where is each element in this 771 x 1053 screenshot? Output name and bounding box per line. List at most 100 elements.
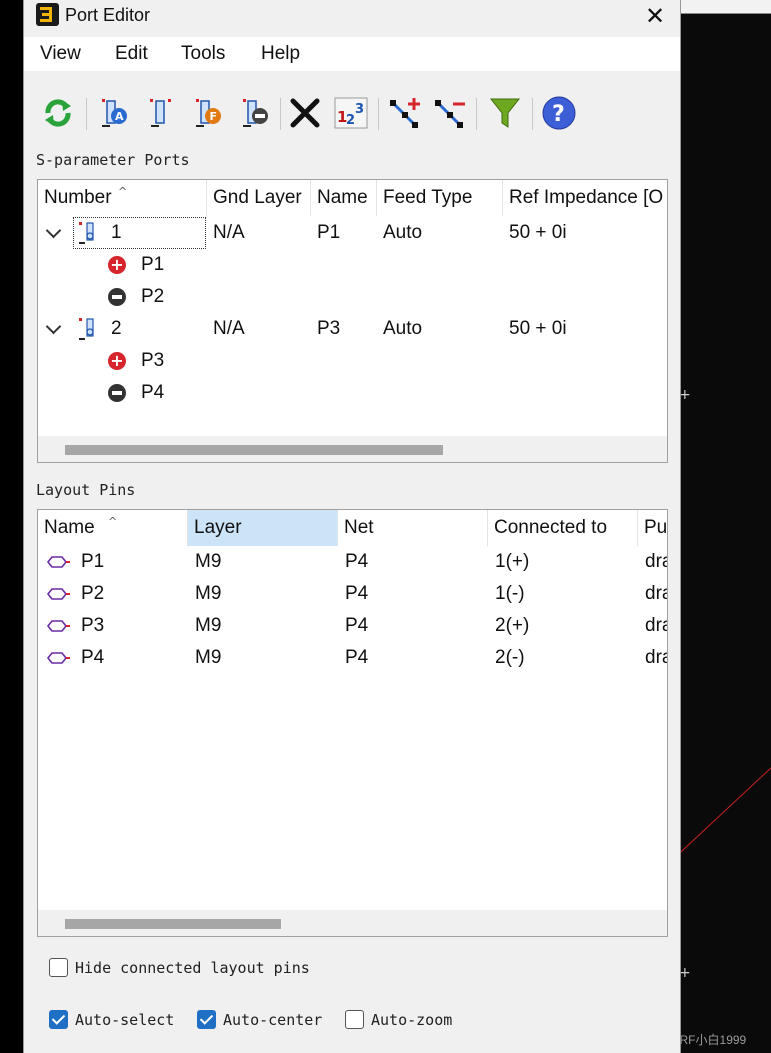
- col-ref-impedance[interactable]: Ref Impedance [O: [503, 180, 667, 216]
- pin-connected-to: 2(-): [495, 647, 525, 668]
- pin-purpose: dra: [645, 583, 667, 604]
- menu-bar: View Edit Tools Help: [24, 37, 680, 71]
- col-layer[interactable]: Layer: [188, 510, 338, 546]
- menu-help[interactable]: Help: [261, 43, 300, 65]
- pin-net: P4: [345, 615, 369, 636]
- minus-pin[interactable]: P4: [141, 382, 164, 404]
- hide-connected-label[interactable]: Hide connected layout pins: [75, 959, 310, 977]
- pin-purpose: dra: [645, 551, 667, 572]
- plus-terminal-icon: +: [108, 256, 126, 274]
- auto-select-label[interactable]: Auto-select: [75, 1011, 174, 1029]
- horizontal-scrollbar[interactable]: [38, 436, 667, 462]
- col-name[interactable]: Name: [311, 180, 377, 216]
- expand-chevron-icon[interactable]: [45, 222, 62, 239]
- pin-layer: M9: [195, 647, 222, 668]
- layout-pins-section-label: Layout Pins: [36, 481, 136, 499]
- pin-connected-to: 2(+): [495, 615, 530, 636]
- port-icon: [79, 222, 94, 244]
- plus-pin[interactable]: P3: [141, 350, 164, 372]
- pin-icon: [46, 652, 70, 664]
- expand-chevron-icon[interactable]: [45, 318, 62, 335]
- port-ref-impedance: 50 + 0i: [509, 222, 567, 243]
- minus-terminal-icon: [108, 384, 126, 402]
- port-number[interactable]: 1: [111, 222, 122, 244]
- minus-pin[interactable]: P2: [141, 286, 164, 308]
- auto-select-checkbox[interactable]: [49, 1010, 68, 1029]
- menu-tools[interactable]: Tools: [181, 43, 225, 65]
- auto-zoom-label[interactable]: Auto-zoom: [371, 1011, 452, 1029]
- remove-port-icon[interactable]: [236, 95, 272, 131]
- port-name: P1: [317, 222, 341, 243]
- col-number[interactable]: ^ Number: [38, 180, 207, 216]
- col-purpose[interactable]: Pu: [638, 510, 667, 546]
- plus-terminal-icon: +: [108, 352, 126, 370]
- pin-name: P1: [81, 551, 105, 572]
- port-gnd-layer: N/A: [213, 318, 245, 339]
- title-bar: Port Editor ✕: [24, 0, 680, 34]
- pin-layer: M9: [195, 551, 222, 572]
- pin-name: P4: [81, 647, 105, 668]
- toolbar: A F 1 2 3 ?: [24, 90, 680, 140]
- pin-purpose: dra: [645, 647, 667, 668]
- port-name: P3: [317, 318, 341, 339]
- svg-text:3: 3: [355, 102, 364, 117]
- renumber-icon[interactable]: 1 2 3: [333, 95, 369, 131]
- menu-edit[interactable]: Edit: [115, 43, 148, 65]
- minus-terminal-icon: [108, 288, 126, 306]
- sparams-tree-table: ^ Number Gnd Layer Name Feed Type Ref Imp…: [37, 179, 668, 463]
- canvas-top-strip: [679, 0, 771, 14]
- filter-icon[interactable]: [487, 95, 523, 131]
- col-net[interactable]: Net: [338, 510, 488, 546]
- col-gnd-layer[interactable]: Gnd Layer: [207, 180, 311, 216]
- add-port-icon[interactable]: [142, 95, 178, 131]
- menu-view[interactable]: View: [40, 43, 81, 65]
- col-pin-name[interactable]: ^ Name: [38, 510, 188, 546]
- svg-text:2: 2: [346, 113, 355, 128]
- layout-pins-table: ^ Name Layer Net Connected to Pu P1 M9 P4…: [37, 509, 668, 937]
- add-port-a-icon[interactable]: A: [95, 95, 131, 131]
- svg-text:?: ?: [552, 102, 565, 127]
- col-feed-type[interactable]: Feed Type: [377, 180, 503, 216]
- port-feed-type: Auto: [383, 318, 423, 339]
- pin-net: P4: [345, 647, 369, 668]
- pin-icon: [46, 588, 70, 600]
- scrollbar-thumb[interactable]: [65, 445, 443, 455]
- refresh-icon[interactable]: [40, 95, 76, 131]
- layout-canvas[interactable]: [679, 0, 771, 1053]
- pin-icon: [46, 620, 70, 632]
- pin-connected-to: 1(+): [495, 551, 530, 572]
- help-icon[interactable]: ?: [541, 95, 577, 131]
- pin-name: P3: [81, 615, 105, 636]
- remove-pins-icon[interactable]: [432, 95, 468, 131]
- pin-purpose: dra: [645, 615, 667, 636]
- scrollbar-thumb[interactable]: [65, 919, 281, 929]
- port-feed-type: Auto: [383, 222, 423, 243]
- auto-zoom-checkbox[interactable]: [345, 1010, 364, 1029]
- col-connected-to[interactable]: Connected to: [488, 510, 638, 546]
- port-ref-impedance: 50 + 0i: [509, 318, 567, 339]
- hide-connected-checkbox[interactable]: [49, 958, 68, 977]
- pin-net: P4: [345, 583, 369, 604]
- svg-text:F: F: [210, 110, 218, 123]
- horizontal-scrollbar[interactable]: [38, 910, 667, 936]
- port-gnd-layer: N/A: [213, 222, 245, 243]
- pin-icon: [46, 556, 70, 568]
- app-icon: [36, 3, 59, 26]
- add-pins-icon[interactable]: [387, 95, 423, 131]
- pin-name: P2: [81, 583, 105, 604]
- auto-center-checkbox[interactable]: [197, 1010, 216, 1029]
- sparams-section-label: S-parameter Ports: [36, 151, 190, 169]
- window-title: Port Editor: [65, 5, 151, 25]
- pin-net: P4: [345, 551, 369, 572]
- close-button[interactable]: ✕: [640, 2, 670, 30]
- port-number[interactable]: 2: [111, 318, 122, 340]
- port-editor-window: Port Editor ✕ View Edit Tools Help A F 1…: [23, 0, 681, 1053]
- pin-connected-to: 1(-): [495, 583, 525, 604]
- plus-pin[interactable]: P1: [141, 254, 164, 276]
- svg-text:A: A: [115, 110, 124, 123]
- delete-icon[interactable]: [287, 95, 323, 131]
- port-icon: [79, 318, 94, 340]
- pin-layer: M9: [195, 615, 222, 636]
- auto-center-label[interactable]: Auto-center: [223, 1011, 322, 1029]
- add-port-f-icon[interactable]: F: [189, 95, 225, 131]
